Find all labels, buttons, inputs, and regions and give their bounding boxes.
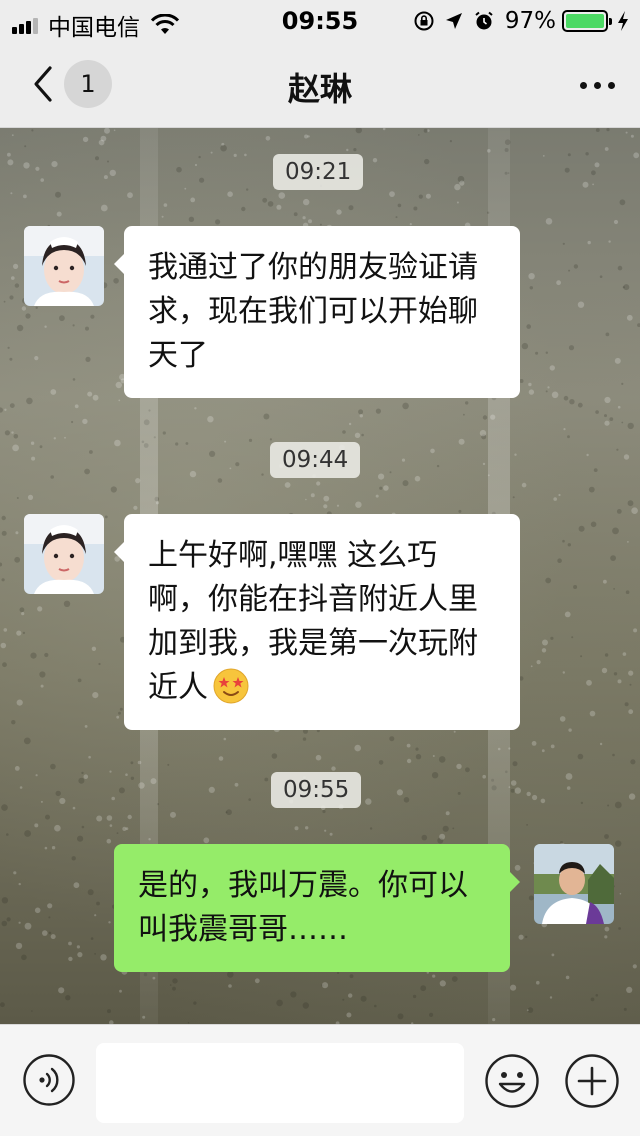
message-text: 是的，我叫万震。你可以叫我震哥哥…… (138, 868, 468, 947)
battery-percent: 97% (504, 8, 556, 34)
charging-icon (618, 11, 628, 31)
incoming-message-bubble[interactable]: 我通过了你的朋友验证请求，现在我们可以开始聊天了 (114, 226, 520, 398)
star-struck-emoji-icon (213, 668, 249, 704)
message-input[interactable] (96, 1043, 464, 1123)
voice-icon[interactable] (22, 1053, 76, 1107)
chat-header: 1 赵琳 (0, 40, 640, 128)
outgoing-message-bubble[interactable]: 是的，我叫万震。你可以叫我震哥哥…… (114, 844, 520, 972)
input-bar (0, 1024, 640, 1136)
location-icon (445, 13, 462, 29)
contact-avatar[interactable] (24, 514, 104, 594)
incoming-message-bubble[interactable]: 上午好啊,嘿嘿 这么巧啊，你能在抖音附近人里加到我，我是第一次玩附近人 (114, 514, 520, 730)
message-text: 我通过了你的朋友验证请求，现在我们可以开始聊天了 (148, 250, 478, 373)
message-timestamp: 09:55 (271, 772, 362, 808)
rotation-lock-icon (414, 11, 434, 31)
emoji-icon[interactable] (484, 1053, 540, 1109)
status-bar: 中国电信 09:55 97% (0, 0, 640, 41)
message-timestamp: 09:44 (270, 442, 361, 478)
my-avatar[interactable] (534, 844, 614, 924)
chat-title: 赵琳 (287, 70, 352, 108)
contact-avatar[interactable] (24, 226, 104, 306)
plus-icon[interactable] (564, 1053, 620, 1109)
message-timestamp: 09:21 (273, 154, 364, 190)
battery-icon (562, 10, 612, 32)
chat-area[interactable]: 09:21 我通过了你的朋友验证请求，现在我们可以开始聊天了 09:44 上午好… (0, 128, 640, 1024)
message-text: 上午好啊,嘿嘿 这么巧啊，你能在抖音附近人里加到我，我是第一次玩附近人 (148, 538, 478, 705)
alarm-icon (475, 11, 493, 30)
more-dots-icon[interactable] (578, 70, 618, 98)
